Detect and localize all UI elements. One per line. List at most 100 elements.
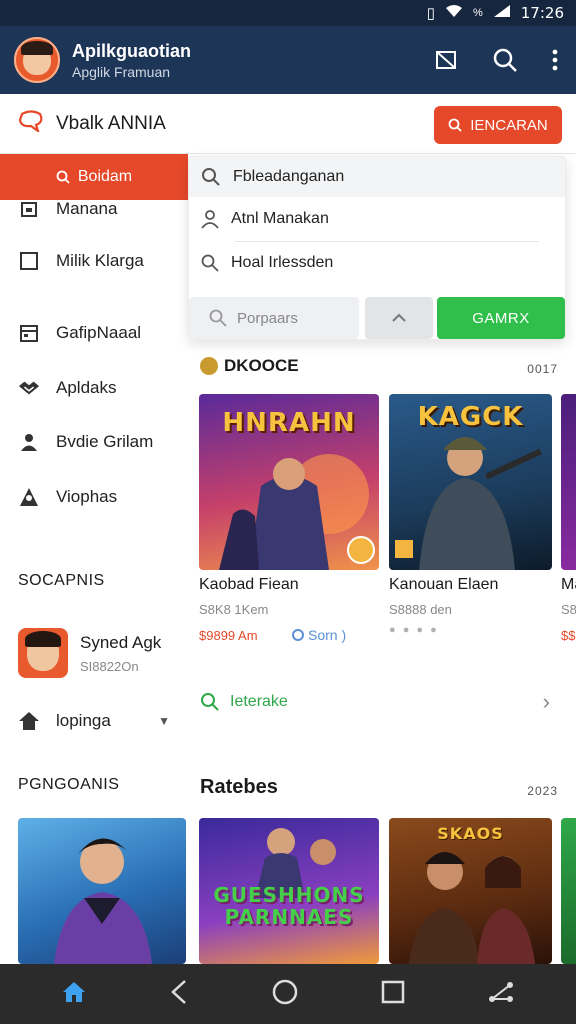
search-controls: Porpaars GAMRX <box>189 297 565 339</box>
share-icon[interactable] <box>487 979 515 1010</box>
game-name: Kanouan Elaen <box>389 576 499 593</box>
user-subtitle: SI8822On <box>80 658 139 674</box>
home-icon[interactable] <box>61 980 87 1009</box>
see-more-link[interactable]: Ieterake › <box>200 689 558 714</box>
game-name: Ma <box>561 576 576 593</box>
rating-label: Sorn ) <box>308 627 347 643</box>
game-card[interactable] <box>561 394 576 570</box>
game-art-title: GUESHHONS PARNNAES <box>213 883 365 929</box>
game-card[interactable] <box>561 818 576 964</box>
sidebar-item-label: Boidam <box>77 168 133 185</box>
vibrate-icon: ▯ <box>426 5 435 22</box>
game-rating: Sorn ) <box>292 627 346 643</box>
more-vert-icon[interactable] <box>552 49 558 71</box>
sidebar-item-label: lopinga <box>56 711 111 730</box>
game-art-title: KAGCK <box>417 402 524 432</box>
signal-icon <box>493 4 511 22</box>
system-nav-bar <box>0 964 576 1024</box>
sidebar-user[interactable]: Syned Agk SI8822On <box>18 628 161 678</box>
suggestion-label: Hoal Irlessden <box>231 254 334 271</box>
person-icon <box>18 431 40 453</box>
sidebar: Boidam Manana Milik Klarga GafipNaaal Ap… <box>0 154 188 964</box>
main-content: DKOOCE 0017 HNRAHN Kaobad Fiean S8K8 1Ke… <box>188 340 576 964</box>
game-name: Kaobad Fiean <box>199 576 299 593</box>
sidebar-item-label: GafipNaaal <box>56 323 142 342</box>
search-input[interactable]: Porpaars <box>189 297 359 339</box>
collapse-button[interactable] <box>365 297 433 339</box>
section-count: 2023 <box>527 784 558 798</box>
suggestion-label: Fbleadanganan <box>233 168 345 185</box>
sidebar-item-gafipnaaal[interactable]: GafipNaaal <box>18 322 141 344</box>
chevron-right-icon: › <box>542 689 550 714</box>
avatar <box>18 628 68 678</box>
ring-icon <box>292 629 304 641</box>
sidebar-item-apldaks[interactable]: Apldaks <box>18 377 116 399</box>
square-recents-icon[interactable] <box>381 980 405 1009</box>
sidebar-section-heading: SOCAPNIS <box>18 572 105 589</box>
suggestion-item[interactable]: Atnl Manakan <box>201 199 541 239</box>
search-gear-icon <box>209 309 227 327</box>
app-title: Apilkguaotian <box>72 40 192 61</box>
suggestion-label: Atnl Manakan <box>231 210 329 227</box>
game-card[interactable]: KAGCK <box>389 394 552 570</box>
sidebar-item-label: Milik Klarga <box>56 251 144 270</box>
game-subtitle: S8888 den <box>389 602 452 617</box>
section-title: Ratebes <box>200 776 278 798</box>
game-card[interactable]: SKAOS <box>389 818 552 964</box>
game-art-title: HNRAHN <box>222 408 356 438</box>
caret-down-icon[interactable]: ▼ <box>158 714 170 728</box>
sidebar-item-milik-klarga[interactable]: Milik Klarga <box>18 250 144 272</box>
sidebar-item-label: Bvdie Grilam <box>56 432 154 451</box>
avatar[interactable] <box>14 37 60 83</box>
sidebar-item-label: Manana <box>56 199 118 218</box>
pagination-dots: ● ● ● ● <box>389 624 439 636</box>
calendar-icon <box>18 198 40 220</box>
sidebar-item-manana[interactable]: Manana <box>18 198 117 220</box>
sidebar-item-active[interactable]: Boidam <box>0 154 188 200</box>
search-icon <box>201 693 219 711</box>
clock-time: 17:26 <box>520 4 564 22</box>
divider <box>235 241 539 242</box>
circle-home-icon[interactable] <box>271 978 299 1011</box>
sidebar-item-bvdie-grilam[interactable]: Bvdie Grilam <box>18 431 153 453</box>
submit-button[interactable]: GAMRX <box>437 297 565 339</box>
section-header: DKOOCE <box>200 356 299 376</box>
cast-off-icon[interactable] <box>434 48 458 72</box>
search-icon[interactable] <box>492 47 518 73</box>
wifi-icon <box>445 4 463 22</box>
game-art-title: SKAOS <box>437 824 504 843</box>
link-label: Ieterake <box>230 693 288 710</box>
search-input-placeholder: Porpaars <box>237 309 298 327</box>
checkbox-icon <box>18 250 40 272</box>
back-icon[interactable] <box>169 979 189 1010</box>
game-price: $9899 Am <box>199 628 258 643</box>
section-title: Vbalk ANNIA <box>56 112 166 134</box>
search-icon <box>448 118 462 132</box>
person-icon <box>201 210 219 229</box>
search-icon <box>202 168 220 186</box>
suggestion-item[interactable]: Hoal Irlessden <box>201 243 541 283</box>
search-icon <box>201 254 219 272</box>
search-button[interactable]: IENCARAN <box>434 106 562 144</box>
suggestion-item[interactable]: Fbleadanganan <box>189 157 565 197</box>
game-card[interactable]: HNRAHN <box>199 394 379 570</box>
game-price: $$ <box>561 628 576 643</box>
chat-icon <box>18 110 44 137</box>
user-name: Syned Agk <box>80 632 162 652</box>
status-bar: ▯ % 17:26 <box>0 0 576 26</box>
battery-percent-icon: % <box>472 7 483 19</box>
chevron-up-icon <box>392 313 406 322</box>
sidebar-item-viophas[interactable]: Viophas <box>18 486 117 508</box>
section-title: DKOOCE <box>224 356 299 375</box>
house-icon <box>18 710 40 732</box>
sidebar-item-label: Viophas <box>56 487 118 506</box>
game-subtitle: S8 <box>561 602 576 617</box>
person-tree-icon <box>18 486 40 508</box>
sidebar-item-label: Apldaks <box>56 378 117 397</box>
trophy-icon <box>200 357 218 375</box>
section-count: 0017 <box>527 362 558 376</box>
game-card[interactable]: GUESHHONS PARNNAES <box>199 818 379 964</box>
search-button-label: IENCARAN <box>470 116 548 134</box>
game-thumbnail[interactable] <box>18 818 186 964</box>
sidebar-item-lopinga[interactable]: lopinga ▼ <box>18 710 170 732</box>
